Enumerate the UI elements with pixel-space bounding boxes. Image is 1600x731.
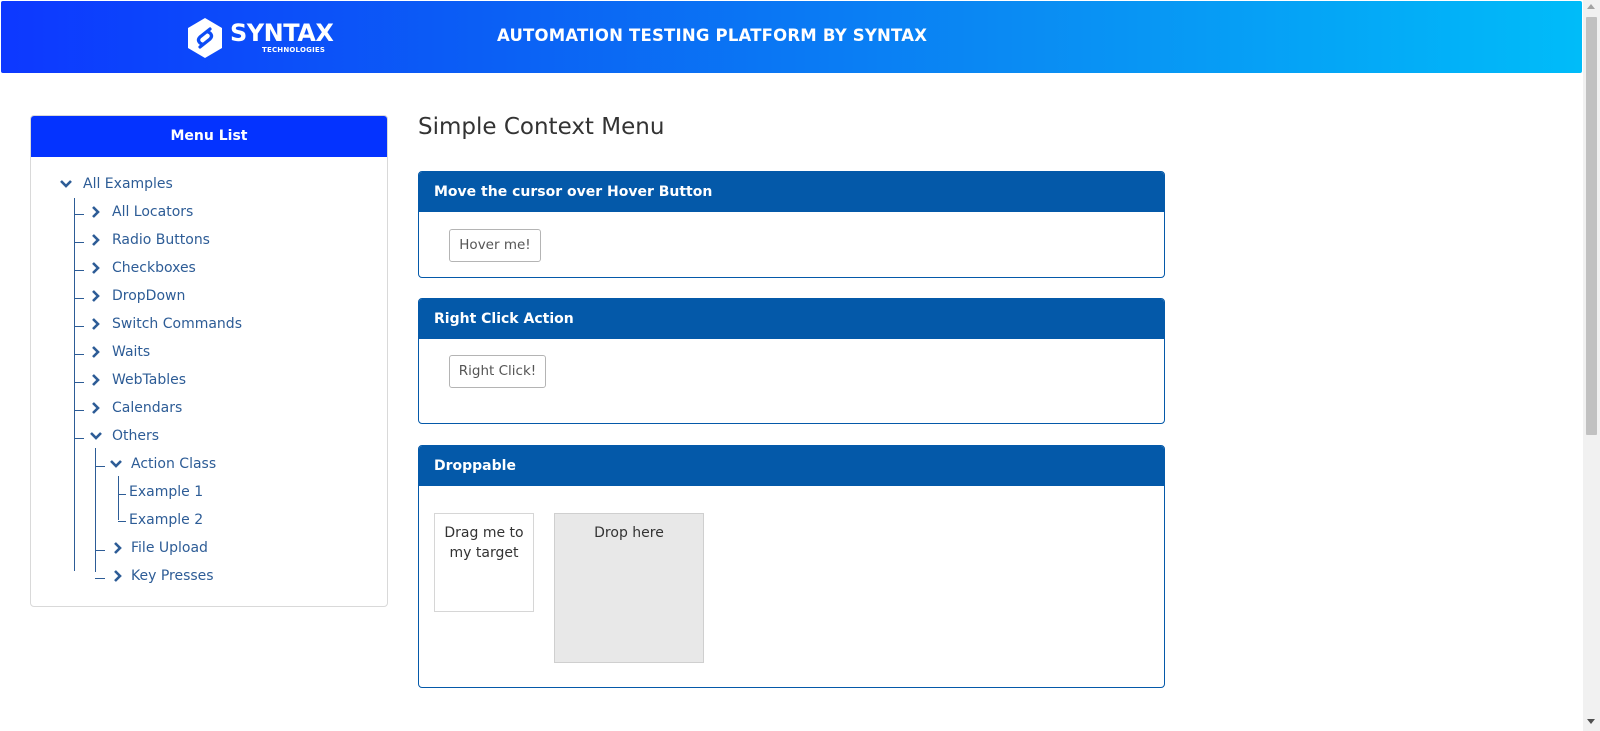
chevron-right-icon — [89, 230, 103, 250]
tree-item-label: Others — [112, 428, 160, 444]
top-header: SYNTAX TECHNOLOGIES AUTOMATION TESTING P… — [1, 1, 1582, 73]
hover-card: Move the cursor over Hover Button Hover … — [418, 171, 1165, 278]
tree-item-label: All Locators — [112, 204, 194, 220]
tree-connector-line — [95, 578, 105, 579]
chevron-down-icon — [59, 174, 73, 194]
tree-item-label: Checkboxes — [112, 260, 196, 276]
tree-item-label: Waits — [112, 344, 151, 360]
vertical-scrollbar[interactable] — [1583, 0, 1600, 731]
draggable-box[interactable]: Drag me to my target — [434, 513, 534, 612]
tree-item-label: Key Presses — [131, 568, 214, 584]
drop-target[interactable]: Drop here — [554, 513, 704, 663]
tree-connector-line — [118, 476, 119, 520]
tree-connector-line — [74, 270, 84, 271]
tree-connector-line — [74, 326, 84, 327]
chevron-down-icon — [89, 426, 103, 446]
tree-connector-line — [74, 298, 84, 299]
tree-item-label: Calendars — [112, 400, 183, 416]
tree-connector-line — [74, 198, 75, 571]
hover-card-heading: Move the cursor over Hover Button — [419, 172, 1164, 212]
scroll-down-arrow-icon[interactable] — [1587, 719, 1595, 724]
tree-item-label: Switch Commands — [112, 316, 242, 332]
tree-connector-line — [118, 521, 126, 522]
chevron-right-icon — [111, 566, 125, 586]
tree-connector-line — [74, 410, 84, 411]
tree-item-label: Example 1 — [129, 484, 204, 500]
chevron-right-icon — [89, 286, 103, 306]
chevron-right-icon — [89, 398, 103, 418]
tree-item-label: Action Class — [131, 456, 217, 472]
tree-connector-line — [118, 494, 126, 495]
syntax-logo[interactable]: SYNTAX TECHNOLOGIES — [186, 16, 334, 60]
chevron-right-icon — [89, 258, 103, 278]
tree-connector-line — [74, 214, 84, 215]
tree-item-label: DropDown — [112, 288, 186, 304]
logo-text: SYNTAX — [230, 19, 334, 47]
syntax-logo-icon — [188, 18, 222, 58]
tree-connector-line — [95, 466, 105, 467]
tree-item-label: All Examples — [83, 176, 173, 192]
tree-item-label: Example 2 — [129, 512, 204, 528]
tree-item-label: Radio Buttons — [112, 232, 210, 248]
chevron-right-icon — [89, 202, 103, 222]
sidebar-menu: Menu List All Examples All Locators Radi… — [30, 115, 388, 607]
logo-subtext: TECHNOLOGIES — [262, 46, 326, 54]
tree-item-label: File Upload — [131, 540, 208, 556]
scroll-up-arrow-icon[interactable] — [1587, 4, 1595, 9]
right-click-card: Right Click Action Right Click! — [418, 298, 1165, 424]
chevron-right-icon — [89, 370, 103, 390]
page-title: Simple Context Menu — [418, 114, 665, 140]
chevron-right-icon — [111, 538, 125, 558]
tree-item-example-2[interactable]: Example 2 — [129, 510, 203, 530]
tree-item-example-1[interactable]: Example 1 — [129, 482, 203, 502]
tree-connector-line — [74, 242, 84, 243]
sidebar-title: Menu List — [31, 116, 387, 157]
chevron-right-icon — [89, 342, 103, 362]
tree-connector-line — [74, 438, 84, 439]
chevron-right-icon — [89, 314, 103, 334]
hover-me-button[interactable]: Hover me! — [449, 229, 541, 262]
header-title: AUTOMATION TESTING PLATFORM BY SYNTAX — [497, 26, 928, 45]
tree-item-label: WebTables — [112, 372, 187, 388]
tree-connector-line — [74, 382, 84, 383]
right-click-button[interactable]: Right Click! — [449, 355, 546, 388]
right-click-card-heading: Right Click Action — [419, 299, 1164, 339]
menu-tree: All Examples All Locators Radio Buttons … — [31, 157, 387, 605]
droppable-card: Droppable Drag me to my target Drop here — [418, 445, 1165, 688]
tree-connector-line — [95, 550, 105, 551]
droppable-card-heading: Droppable — [419, 446, 1164, 486]
scrollbar-thumb[interactable] — [1586, 17, 1597, 435]
tree-connector-line — [74, 354, 84, 355]
chevron-down-icon — [109, 454, 123, 474]
